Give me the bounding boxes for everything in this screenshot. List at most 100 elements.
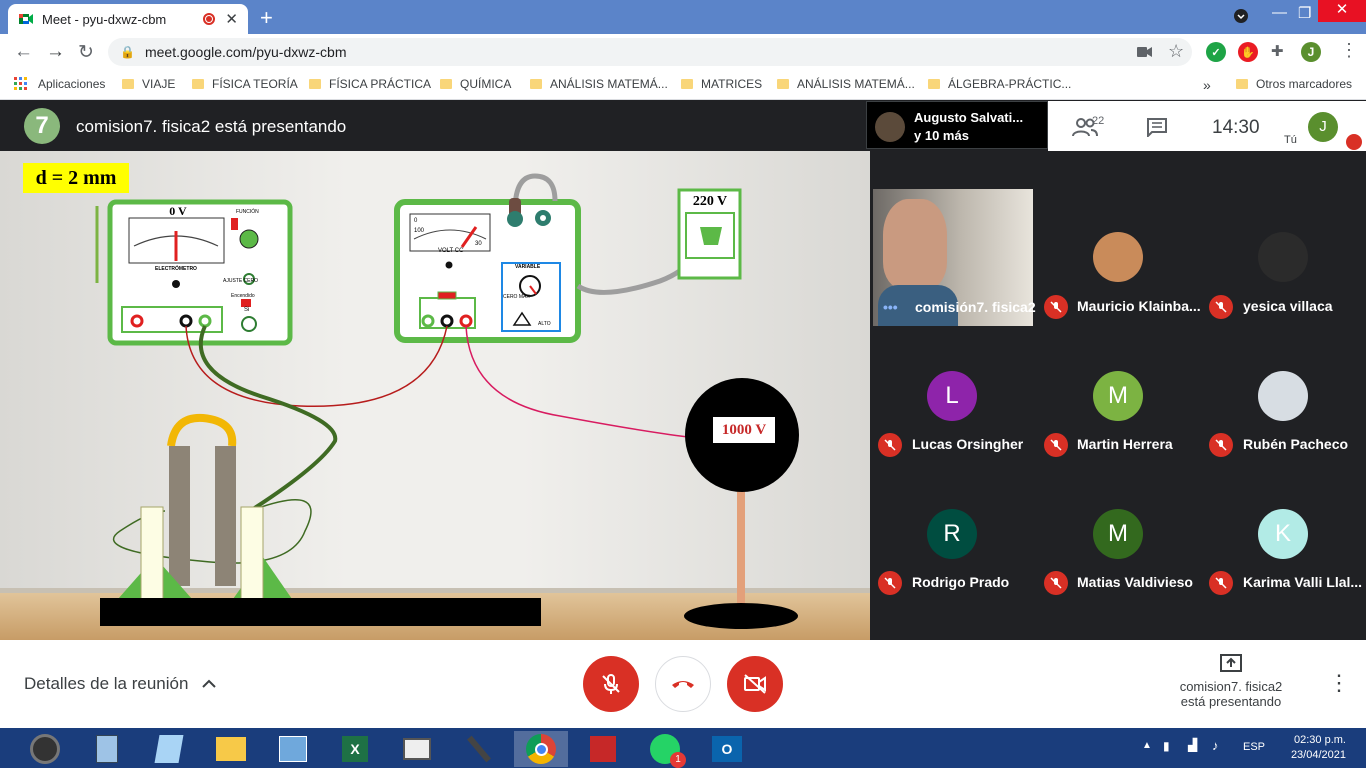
self-avatar[interactable]: J — [1308, 112, 1338, 142]
speaking-indicator-icon: ••• — [883, 299, 898, 315]
participant-photo — [1093, 232, 1143, 282]
participant-name: Martin Herrera — [1077, 436, 1173, 452]
back-icon[interactable]: ← — [14, 41, 33, 63]
sphere-voltage-label: 1000 V — [713, 417, 775, 443]
bookmark-folder[interactable]: VIAJE — [122, 77, 175, 91]
show-hidden-icons-icon[interactable]: ▲ — [1142, 740, 1152, 751]
presentation-status-button[interactable]: comision7. fisica2 está presentando — [1160, 654, 1302, 709]
participant-tile-video[interactable]: ••• comisión7. fisica2 — [873, 189, 1036, 326]
battery-icon[interactable]: ▮ — [1163, 739, 1170, 753]
outlook-icon[interactable]: O — [700, 731, 754, 767]
participant-avatar: M — [1093, 509, 1143, 559]
folder-icon — [777, 79, 789, 89]
extensions-puzzle-icon[interactable]: ✚ — [1271, 42, 1284, 60]
bookmark-folder[interactable]: MATRICES — [681, 77, 762, 91]
outlet-voltage-label: 220 V — [692, 194, 728, 209]
restore-button[interactable]: ❐ — [1298, 4, 1311, 22]
bookmark-folder[interactable]: ANÁLISIS MATEMÁ... — [777, 77, 915, 91]
taskbar-clock[interactable]: 02:30 p.m. 23/04/2021 — [1276, 733, 1346, 763]
presenter-summary[interactable]: Augusto Salvati... y 10 más — [866, 101, 1048, 149]
funcion-label: FUNCIÓN — [236, 209, 259, 215]
recording-icon — [203, 13, 216, 25]
bookmark-folder[interactable]: FÍSICA TEORÍA — [192, 77, 298, 91]
meeting-details-button[interactable]: Detalles de la reunión — [24, 674, 217, 694]
excel-icon[interactable]: X — [328, 731, 382, 767]
si-label: Si — [244, 307, 250, 313]
self-label: Tú — [1284, 134, 1297, 146]
more-options-icon[interactable]: ⋮ — [1328, 670, 1350, 696]
presenter-thumbnail — [875, 112, 905, 142]
bookmark-label: VIAJE — [142, 77, 176, 91]
meeting-clock: 14:30 — [1212, 117, 1260, 138]
participant-name: yesica villaca — [1243, 298, 1333, 314]
bookmark-folder[interactable]: QUÍMICA — [440, 77, 511, 91]
participant-name: comisión7. fisica2 — [915, 299, 1036, 315]
minimize-button[interactable]: — — [1272, 4, 1287, 21]
electrometer-title: ELECTRÓMETRO — [155, 266, 197, 272]
mic-off-icon — [602, 674, 620, 694]
file-explorer-icon[interactable] — [204, 731, 258, 767]
mic-off-icon — [1044, 571, 1068, 595]
participant-avatar: K — [1258, 509, 1308, 559]
scale-zero: 0 — [414, 218, 418, 224]
people-count: 22 — [1092, 115, 1105, 127]
pdf-reader-icon[interactable] — [576, 731, 630, 767]
ajuste-cero-label: AJUSTE CERO — [223, 278, 259, 284]
browser-toolbar: ← → ↻ 🔒 meet.google.com/pyu-dxwz-cbm ☆ ✓… — [0, 34, 1366, 70]
new-tab-button[interactable]: + — [260, 5, 273, 31]
presenter-avatar: 7 — [24, 108, 60, 144]
other-bookmarks[interactable]: Otros marcadores — [1236, 77, 1352, 91]
volume-icon[interactable]: ♪ — [1212, 738, 1219, 753]
control-panel-icon[interactable] — [266, 731, 320, 767]
webcam-app-icon[interactable] — [18, 731, 72, 767]
notepad-icon[interactable] — [142, 731, 196, 767]
other-bookmarks-label: Otros marcadores — [1256, 77, 1353, 91]
participant-name: Rodrigo Prado — [912, 574, 1010, 590]
presenter-name: Augusto Salvati... — [914, 110, 1024, 125]
forward-icon[interactable]: → — [46, 41, 65, 63]
profile-avatar[interactable]: J — [1301, 42, 1321, 62]
apps-shortcut[interactable]: Aplicaciones — [14, 77, 105, 91]
presenting-note-line1: comision7. fisica2 — [1179, 679, 1283, 694]
bookmark-folder[interactable]: ÁLGEBRA-PRÁCTIC... — [928, 77, 1071, 91]
participant-avatar: R — [927, 509, 977, 559]
tab-search-icon[interactable] — [1233, 8, 1249, 28]
chrome-icon[interactable] — [514, 731, 568, 767]
leave-call-button[interactable] — [655, 656, 711, 712]
extension-block-icon[interactable]: ✋ — [1238, 42, 1258, 62]
bookmark-folder[interactable]: FÍSICA PRÁCTICA — [309, 77, 431, 91]
whatsapp-badge: 1 — [670, 752, 686, 768]
mic-off-icon — [1044, 433, 1068, 457]
bookmarks-bar: Aplicaciones VIAJE FÍSICA TEORÍA FÍSICA … — [0, 70, 1366, 100]
camera-toggle-button[interactable] — [727, 656, 783, 712]
experiment-illustration — [95, 173, 799, 629]
more-bookmarks-button[interactable]: » — [1203, 77, 1211, 93]
display-settings-icon[interactable] — [390, 731, 444, 767]
whatsapp-icon[interactable]: 1 — [638, 731, 692, 768]
bookmark-folder[interactable]: ANÁLISIS MATEMÁ... — [530, 77, 668, 91]
participant-photo — [1258, 371, 1308, 421]
network-icon[interactable]: ▟ — [1188, 738, 1197, 752]
camera-permission-icon[interactable] — [1137, 45, 1153, 59]
close-tab-icon[interactable]: ✕ — [225, 10, 238, 28]
bookmark-star-icon[interactable]: ☆ — [1168, 41, 1184, 62]
reload-icon[interactable]: ↻ — [78, 41, 94, 64]
browser-tab[interactable]: Meet - pyu-dxwz-cbm ✕ — [8, 4, 248, 34]
folder-icon — [681, 79, 693, 89]
browser-menu-icon[interactable]: ⋮ — [1340, 40, 1358, 61]
variable-label: VARIABLE — [515, 264, 541, 270]
tab-title: Meet - pyu-dxwz-cbm — [42, 11, 167, 27]
input-language[interactable]: ESP — [1243, 741, 1265, 753]
folder-icon — [530, 79, 542, 89]
close-window-button[interactable]: ✕ — [1318, 0, 1366, 22]
calculator-icon[interactable] — [80, 731, 134, 767]
microphone-toggle-button[interactable] — [583, 656, 639, 712]
extension-check-icon[interactable]: ✓ — [1206, 42, 1226, 62]
mic-off-icon — [1209, 433, 1233, 457]
bookmark-label: MATRICES — [701, 77, 763, 91]
mic-off-icon — [1209, 571, 1233, 595]
microphone-app-icon[interactable] — [452, 731, 506, 767]
participant-name: Matias Valdivieso — [1077, 574, 1193, 590]
chat-icon[interactable] — [1146, 117, 1168, 137]
address-bar[interactable]: 🔒 meet.google.com/pyu-dxwz-cbm — [108, 38, 1192, 66]
